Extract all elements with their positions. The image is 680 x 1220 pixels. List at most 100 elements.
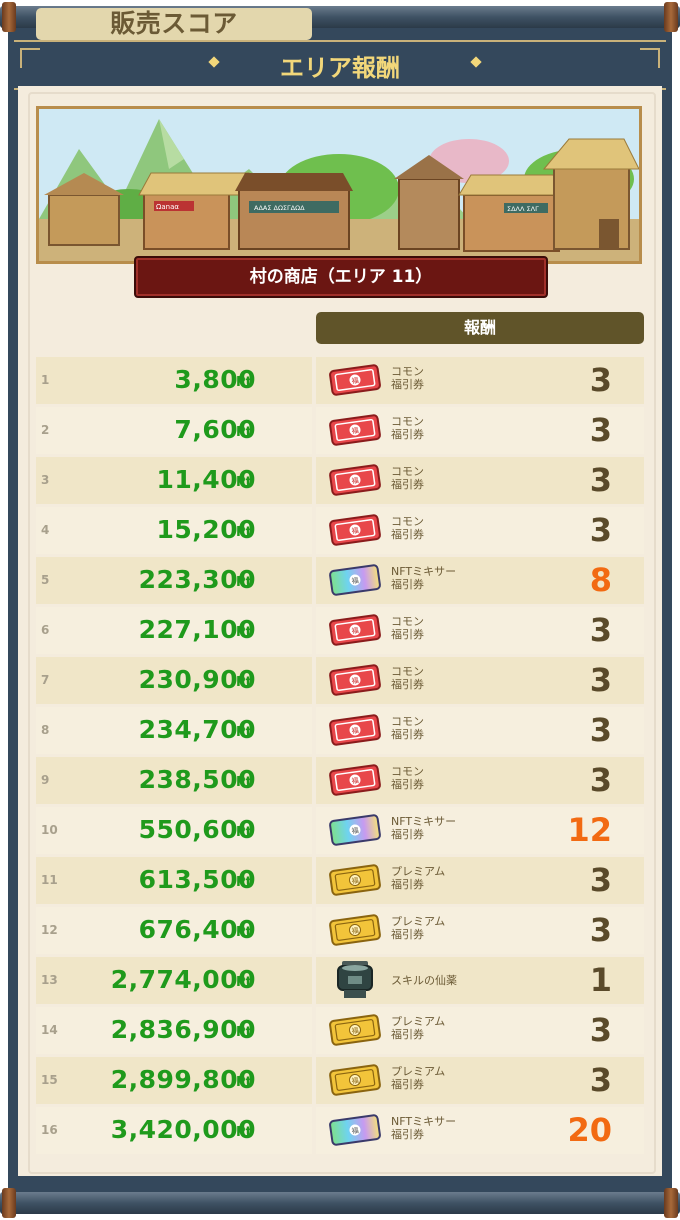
reward-cell: 福 コモン 福引券 3 — [316, 657, 644, 704]
svg-text:福: 福 — [351, 476, 359, 486]
reward-quantity: 12 — [567, 811, 612, 849]
reward-quantity: 3 — [589, 361, 612, 399]
reward-name: NFTミキサー 福引券 — [391, 1115, 456, 1141]
score-cell: 11 613,500 Pt — [36, 857, 312, 904]
reward-quantity: 8 — [589, 561, 612, 599]
score-cell: 9 238,500 Pt — [36, 757, 312, 804]
score-cell: 14 2,836,900 Pt — [36, 1007, 312, 1054]
pt-unit: Pt — [236, 425, 252, 440]
svg-text:福: 福 — [351, 1026, 359, 1036]
table-row: 11 613,500 Pt 福 プレミアム 福引券 3 — [36, 856, 644, 906]
scroll-rod-bottom — [0, 1188, 680, 1218]
nft-ticket-icon: 福 — [328, 813, 382, 847]
common-ticket-icon: 福 — [328, 713, 382, 747]
reward-name-line2: 福引券 — [391, 1078, 424, 1091]
reward-cell: 福 コモン 福引券 3 — [316, 457, 644, 504]
title-bar: エリア報酬 — [14, 40, 666, 90]
reward-name-line2: 福引券 — [391, 628, 424, 641]
premium-ticket-icon: 福 — [328, 1013, 382, 1047]
reward-name-line2: 福引券 — [391, 528, 424, 541]
reward-name: プレミアム 福引券 — [391, 1065, 445, 1091]
rod-end-right — [664, 2, 678, 32]
skill-elixir-icon — [328, 958, 382, 1002]
reward-cell: 福 NFTミキサー 福引券 8 — [316, 557, 644, 604]
table-row: 3 11,400 Pt 福 コモン 福引券 3 — [36, 456, 644, 506]
svg-text:福: 福 — [351, 1126, 359, 1136]
pt-unit: Pt — [236, 1075, 252, 1090]
score-cell: 6 227,100 Pt — [36, 607, 312, 654]
reward-name-line2: 福引券 — [391, 428, 424, 441]
pt-unit: Pt — [236, 1125, 252, 1140]
rank-number: 10 — [41, 823, 58, 837]
reward-name-line2: 福引券 — [391, 678, 424, 691]
svg-text:福: 福 — [351, 426, 359, 436]
reward-name-line2: 福引券 — [391, 1128, 424, 1141]
reward-quantity: 3 — [589, 1061, 612, 1099]
reward-name-line2: 福引券 — [391, 778, 424, 791]
reward-quantity: 3 — [589, 711, 612, 749]
pt-unit: Pt — [236, 925, 252, 940]
reward-name-line2: 福引券 — [391, 828, 424, 841]
reward-name: NFTミキサー 福引券 — [391, 815, 456, 841]
svg-text:福: 福 — [351, 926, 359, 936]
pt-unit: Pt — [236, 625, 252, 640]
common-ticket-icon: 福 — [328, 613, 382, 647]
score-cell: 12 676,400 Pt — [36, 907, 312, 954]
reward-name-line1: コモン — [391, 465, 424, 478]
rank-number: 4 — [41, 523, 50, 537]
rank-number: 11 — [41, 873, 58, 887]
svg-text:福: 福 — [351, 726, 359, 736]
reward-quantity: 3 — [589, 611, 612, 649]
reward-name-line1: コモン — [391, 765, 424, 778]
rank-number: 6 — [41, 623, 50, 637]
svg-text:福: 福 — [351, 1076, 359, 1086]
column-header-reward: 報酬 — [316, 312, 644, 344]
reward-name-line2: 福引券 — [391, 928, 424, 941]
reward-quantity: 3 — [589, 761, 612, 799]
reward-cell: 福 コモン 福引券 3 — [316, 707, 644, 754]
reward-name: コモン 福引券 — [391, 765, 424, 791]
rank-number: 5 — [41, 573, 50, 587]
table-row: 8 234,700 Pt 福 コモン 福引券 3 — [36, 706, 644, 756]
reward-name-line1: コモン — [391, 615, 424, 628]
premium-ticket-icon: 福 — [328, 863, 382, 897]
reward-name: コモン 福引券 — [391, 415, 424, 441]
shop-sign: ΣΔΛΛ ΣΛΓ — [507, 205, 539, 213]
reward-name-line1: プレミアム — [391, 865, 446, 878]
reward-cell: スキルの仙薬 1 — [316, 957, 644, 1004]
table-row: 2 7,600 Pt 福 コモン 福引券 3 — [36, 406, 644, 456]
area-name-plate: 村の商店（エリア 11） — [134, 256, 548, 298]
reward-name: コモン 福引券 — [391, 665, 424, 691]
reward-cell: 福 NFTミキサー 福引券 12 — [316, 807, 644, 854]
score-value: 3,420,000 — [110, 1115, 256, 1144]
reward-table: 1 3,800 Pt 福コモン 福引券 3 2 7,600 Pt 福コモン 福引券 3 3 11,400 P… — [36, 356, 644, 1156]
reward-name-line1: NFTミキサー — [391, 815, 457, 828]
reward-cell: 福 コモン 福引券 3 — [316, 757, 644, 804]
score-cell: 2 7,600 Pt — [36, 407, 312, 454]
reward-name-line1: プレミアム — [391, 1015, 446, 1028]
common-ticket-icon: 福 — [328, 463, 382, 497]
table-row: 9 238,500 Pt 福 コモン 福引券 3 — [36, 756, 644, 806]
reward-name: コモン 福引券 — [391, 515, 424, 541]
pt-unit: Pt — [236, 675, 252, 690]
reward-cell: 福 プレミアム 福引券 3 — [316, 1007, 644, 1054]
reward-name-line2: 福引券 — [391, 578, 424, 591]
reward-name-line1: コモン — [391, 715, 424, 728]
table-row: 16 3,420,000 Pt 福 NFTミキサー 福引券 20 — [36, 1106, 644, 1156]
svg-text:福: 福 — [351, 826, 359, 836]
svg-text:福: 福 — [351, 576, 359, 586]
rank-number: 7 — [41, 673, 50, 687]
rank-number: 8 — [41, 723, 50, 737]
score-cell: 7 230,900 Pt — [36, 657, 312, 704]
table-row: 6 227,100 Pt 福 コモン 福引券 3 — [36, 606, 644, 656]
reward-name: コモン 福引券 — [391, 465, 424, 491]
reward-name: プレミアム 福引券 — [391, 915, 445, 941]
pt-unit: Pt — [236, 575, 252, 590]
pt-unit: Pt — [236, 775, 252, 790]
svg-text:福: 福 — [351, 876, 359, 886]
table-row: 5 223,300 Pt 福 NFTミキサー 福引券 8 — [36, 556, 644, 606]
reward-name: コモン 福引券 — [391, 615, 424, 641]
score-cell: 10 550,600 Pt — [36, 807, 312, 854]
table-row: 7 230,900 Pt 福 コモン 福引券 3 — [36, 656, 644, 706]
score-cell: 4 15,200 Pt — [36, 507, 312, 554]
